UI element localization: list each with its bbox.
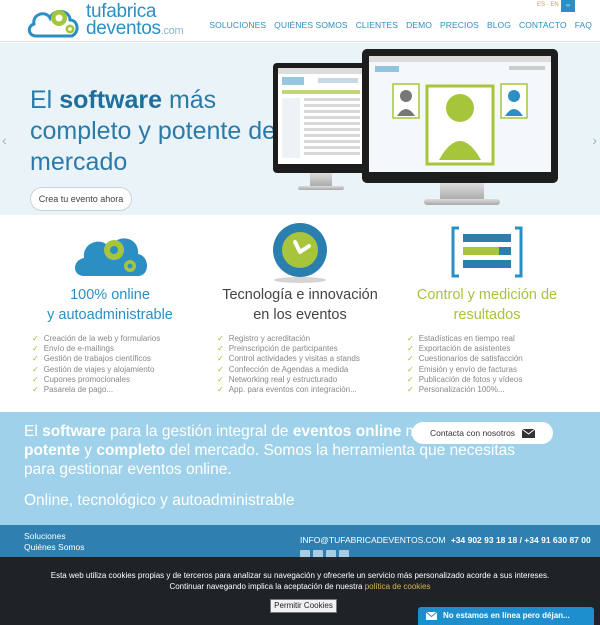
create-event-button[interactable]: Crea tu evento ahora bbox=[30, 187, 132, 211]
feature-online: 100% online y autoadministrable Creación… bbox=[15, 216, 205, 412]
chat-label: No estamos en línea pero déjan... bbox=[443, 611, 570, 620]
logo-icon[interactable] bbox=[26, 4, 82, 40]
main-nav: SOLUCIONES QUIÉNES SOMOS CLIENTES DEMO P… bbox=[205, 20, 596, 30]
feature-control-title: Control y medición de resultados bbox=[392, 285, 582, 325]
footer-contact: INFO@TUFABRICADEVENTOS.COM +34 902 93 18… bbox=[300, 535, 591, 545]
nav-demo[interactable]: DEMO bbox=[402, 20, 436, 30]
chat-widget[interactable]: No estamos en línea pero déjan... bbox=[418, 607, 594, 625]
feature-online-title-1: 100% online bbox=[70, 287, 150, 303]
list-item: Cupones promocionales bbox=[32, 375, 160, 385]
monitor-base-small bbox=[298, 186, 344, 190]
dashboard-screenshot-icon bbox=[278, 68, 364, 158]
feature-control-list: Estadísticas en tiempo real Exportación … bbox=[407, 334, 523, 395]
contact-button-label: Contacta con nosotros bbox=[430, 428, 516, 438]
list-item: Gestión de viajes y alojamiento bbox=[32, 365, 160, 375]
promo-text-bold: completo bbox=[96, 442, 166, 459]
bar-meter-icon bbox=[451, 226, 523, 278]
slider-prev-icon[interactable]: ‹ bbox=[2, 132, 7, 148]
promo-text-part: y bbox=[79, 442, 97, 459]
nav-precios[interactable]: PRECIOS bbox=[436, 20, 483, 30]
cloud-gears-icon bbox=[75, 238, 147, 276]
list-item: Confección de Agendas a medida bbox=[217, 365, 360, 375]
share-icon[interactable]: ‹› bbox=[561, 0, 575, 12]
footer-link-soluciones[interactable]: Soluciones bbox=[24, 531, 84, 542]
logo-line2: deventos.com bbox=[86, 18, 184, 40]
badge-avatars-icon bbox=[369, 56, 551, 166]
monitor-big-screen bbox=[369, 56, 551, 172]
promo-text-part: para la gestión integral de bbox=[105, 423, 293, 440]
list-item: Control actividades y visitas a stands bbox=[217, 354, 360, 364]
monitor-stand-small bbox=[310, 173, 332, 187]
list-item: Emisión y envío de facturas bbox=[407, 365, 523, 375]
list-item: Networking real y estructurado bbox=[217, 375, 360, 385]
monitor-big-image bbox=[362, 49, 558, 183]
nav-quienes-somos[interactable]: QUIÉNES SOMOS bbox=[270, 20, 352, 30]
hero-title-bold: software bbox=[59, 86, 162, 114]
list-item: Registro y acreditación bbox=[217, 334, 360, 344]
cookie-policy-link[interactable]: política de cookies bbox=[365, 582, 431, 591]
clock-icon bbox=[273, 223, 327, 283]
feature-control-title-1: Control y medición de bbox=[416, 287, 558, 303]
feature-tecnologia-title-1: Tecnología e innovación bbox=[222, 287, 378, 303]
list-item: Pasarela de pago... bbox=[32, 385, 160, 395]
monitor-base-big bbox=[424, 199, 500, 205]
feature-tecnologia-title-2: en los eventos bbox=[253, 307, 347, 323]
footer-email[interactable]: INFO@TUFABRICADEVENTOS.COM bbox=[300, 535, 445, 545]
feature-online-title-2: y autoadministrable bbox=[47, 307, 173, 323]
language-selector[interactable]: ES · EN bbox=[537, 2, 559, 8]
list-item: Preinscripción de participantes bbox=[217, 344, 360, 354]
nav-blog[interactable]: BLOG bbox=[483, 20, 515, 30]
hero-slider: ‹ › El software más completo y potente d… bbox=[0, 43, 600, 215]
envelope-icon bbox=[522, 429, 535, 438]
logo-line2-text: deventos bbox=[86, 18, 161, 39]
feature-tecnologia: Tecnología e innovación en los eventos R… bbox=[205, 216, 395, 412]
chat-envelope-icon bbox=[426, 612, 437, 620]
promo-text-bold: eventos online bbox=[292, 423, 402, 440]
monitor-small-screen bbox=[278, 68, 364, 164]
list-item: Personalización 100%... bbox=[407, 385, 523, 395]
list-item: Exportación de asistentes bbox=[407, 344, 523, 354]
feature-tecnologia-title: Tecnología e innovación en los eventos bbox=[205, 285, 395, 325]
logo-text[interactable]: tufabrica deventos.com bbox=[86, 2, 184, 40]
list-item: Creación de la web y formularios bbox=[32, 334, 161, 344]
cookie-text: Esta web utiliza cookies propias y de te… bbox=[50, 570, 550, 592]
list-item: Publicación de fotos y vídeos bbox=[407, 375, 523, 385]
list-item: App. para eventos con integración... bbox=[217, 385, 360, 395]
feature-control: Control y medición de resultados Estadís… bbox=[392, 216, 582, 412]
list-item: Gestión de trabajos científicos bbox=[32, 354, 160, 364]
contact-button[interactable]: Contacta con nosotros bbox=[412, 422, 553, 444]
allow-cookies-button[interactable]: Permitir Cookies bbox=[270, 599, 337, 613]
site-header: tufabrica deventos.com ES · EN ‹› SOLUCI… bbox=[0, 0, 600, 42]
footer-link-quienes-somos[interactable]: Quiénes Somos bbox=[24, 542, 84, 553]
promo-subtitle: Online, tecnológico y autoadministrable bbox=[24, 492, 295, 509]
list-item: Estadísticas en tiempo real bbox=[407, 334, 523, 344]
nav-clientes[interactable]: CLIENTES bbox=[352, 20, 402, 30]
cookie-message: Esta web utiliza cookies propias y de te… bbox=[50, 571, 550, 591]
promo-text-bold: software bbox=[42, 423, 106, 440]
logo-domain: .com bbox=[160, 25, 184, 37]
nav-faq[interactable]: FAQ bbox=[571, 20, 596, 30]
list-item: Envío de e-mailings bbox=[32, 344, 160, 354]
hero-title-pre: El bbox=[30, 86, 60, 114]
feature-online-title: 100% online y autoadministrable bbox=[15, 285, 205, 325]
nav-contacto[interactable]: CONTACTO bbox=[515, 20, 571, 30]
nav-soluciones[interactable]: SOLUCIONES bbox=[205, 20, 270, 30]
slider-next-icon[interactable]: › bbox=[592, 132, 597, 148]
feature-online-list: Creación de la web y formularios Envío d… bbox=[32, 334, 161, 395]
footer-phones: +34 902 93 18 18 / +34 91 630 87 00 bbox=[450, 535, 591, 545]
promo-text-bold: potente bbox=[24, 442, 80, 459]
feature-tecnologia-list: Registro y acreditación Preinscripción d… bbox=[217, 334, 360, 395]
footer-nav: Soluciones Quiénes Somos bbox=[24, 531, 84, 553]
hero-title: El software más completo y potente del m… bbox=[30, 85, 290, 178]
feature-control-title-2: resultados bbox=[453, 307, 521, 323]
promo-text-part: El bbox=[24, 423, 43, 440]
monitor-small-image bbox=[273, 63, 369, 173]
list-item: Cuestionarios de satisfacción bbox=[407, 354, 523, 364]
